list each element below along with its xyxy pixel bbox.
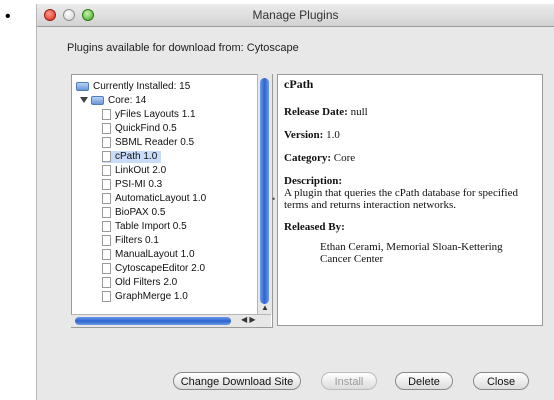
scroll-thumb[interactable] — [260, 78, 269, 304]
tree-horizontal-scrollbar[interactable]: ◀ ▶ — [71, 314, 271, 327]
tree-item-label: yFiles Layouts 1.1 — [115, 109, 196, 121]
tree-item[interactable]: AutomaticLayout 1.0 — [102, 193, 206, 205]
window-title: Manage Plugins — [252, 8, 339, 22]
description-text: A plugin that queries the cPath database… — [284, 187, 518, 211]
tree-item-label: cPath 1.0 — [115, 151, 158, 163]
document-icon — [102, 291, 111, 302]
tree-node-label: Core: 14 — [108, 95, 147, 106]
tree-item-label: Filters 0.1 — [115, 235, 159, 247]
install-button[interactable]: Install — [321, 372, 377, 390]
document-icon — [102, 123, 111, 134]
description-label: Description: — [284, 175, 343, 187]
tree-item-label: SBML Reader 0.5 — [115, 137, 195, 149]
list-bullet: • — [5, 8, 11, 25]
tree-item-label: QuickFind 0.5 — [115, 123, 177, 135]
plugin-details-pane: cPath Release Date: null Version: 1.0 Ca… — [277, 74, 543, 326]
document-icon — [102, 221, 111, 232]
manage-plugins-window: Manage Plugins Plugins available for dow… — [36, 4, 554, 400]
plugin-tree[interactable]: Currently Installed: 15 Core: 14 yFiles … — [71, 74, 273, 328]
tree-item[interactable]: PSI-MI 0.3 — [102, 179, 162, 191]
category-label: Category: — [284, 152, 332, 164]
version-label: Version: — [284, 129, 324, 141]
category-line: Category: Core — [284, 152, 536, 164]
split-pane-divider[interactable]: • — [272, 194, 275, 204]
tree-item[interactable]: QuickFind 0.5 — [102, 123, 177, 135]
close-button[interactable]: Close — [473, 372, 529, 390]
tree-item[interactable]: BioPAX 0.5 — [102, 207, 165, 219]
tree-item-label: ManualLayout 1.0 — [115, 249, 195, 261]
tree-item[interactable]: yFiles Layouts 1.1 — [102, 109, 196, 121]
tree-item-label: LinkOut 2.0 — [115, 165, 167, 177]
document-icon — [102, 165, 111, 176]
tree-item-label: Table Import 0.5 — [115, 221, 187, 233]
tree-item[interactable]: CytoscapeEditor 2.0 — [102, 263, 205, 275]
download-source-label: Plugins available for download from: Cyt… — [67, 42, 299, 54]
scroll-thumb[interactable] — [75, 317, 231, 325]
tree-item[interactable]: ManualLayout 1.0 — [102, 249, 195, 261]
tree-item-selected[interactable]: cPath 1.0 — [102, 151, 162, 163]
disclosure-triangle-icon[interactable] — [80, 97, 88, 104]
version-line: Version: 1.0 — [284, 129, 536, 141]
document-icon — [102, 193, 111, 204]
tree-item-label: BioPAX 0.5 — [115, 207, 166, 219]
delete-button[interactable]: Delete — [395, 372, 453, 390]
document-icon — [102, 235, 111, 246]
document-icon — [102, 151, 111, 162]
document-icon — [102, 109, 111, 120]
document-icon — [102, 277, 111, 288]
tree-item[interactable]: GraphMerge 1.0 — [102, 291, 188, 303]
tree-vertical-scrollbar[interactable]: ▲▼ — [257, 74, 272, 321]
tree-item[interactable]: LinkOut 2.0 — [102, 165, 166, 177]
folder-icon — [76, 81, 89, 91]
tree-item-label: CytoscapeEditor 2.0 — [115, 263, 206, 275]
tree-item[interactable]: SBML Reader 0.5 — [102, 137, 194, 149]
scroll-arrows-icon[interactable]: ◀ ▶ — [241, 315, 256, 324]
release-date-value: null — [350, 106, 368, 118]
tree-item[interactable]: Table Import 0.5 — [102, 221, 187, 233]
tree-item[interactable]: Filters 0.1 — [102, 235, 159, 247]
tree-node-core[interactable]: Core: 14 — [80, 95, 146, 107]
tree-item-label: PSI-MI 0.3 — [115, 179, 163, 191]
document-icon — [102, 263, 111, 274]
tree-item-label: AutomaticLayout 1.0 — [115, 193, 207, 205]
tree-node-installed[interactable]: Currently Installed: 15 — [76, 81, 190, 93]
description-block: Description: A plugin that queries the c… — [284, 175, 536, 211]
document-icon — [102, 207, 111, 218]
release-date-line: Release Date: null — [284, 106, 536, 118]
folder-icon — [91, 95, 104, 105]
category-value: Core — [333, 152, 356, 164]
title-bar: Manage Plugins — [37, 4, 554, 27]
released-by-label: Released By: — [284, 221, 345, 233]
document-icon — [102, 249, 111, 260]
plugin-name: cPath — [284, 77, 314, 91]
release-date-label: Release Date: — [284, 106, 348, 118]
tree-item-label: GraphMerge 1.0 — [115, 291, 188, 303]
tree-node-label: Currently Installed: 15 — [93, 81, 191, 92]
tree-item[interactable]: Old Filters 2.0 — [102, 277, 177, 289]
released-by-value: Ethan Cerami, Memorial Sloan-Kettering C… — [320, 241, 503, 265]
change-download-site-button[interactable]: Change Download Site — [173, 372, 301, 390]
version-value: 1.0 — [326, 129, 340, 141]
document-icon — [102, 179, 111, 190]
tree-item-label: Old Filters 2.0 — [115, 277, 178, 289]
document-icon — [102, 137, 111, 148]
